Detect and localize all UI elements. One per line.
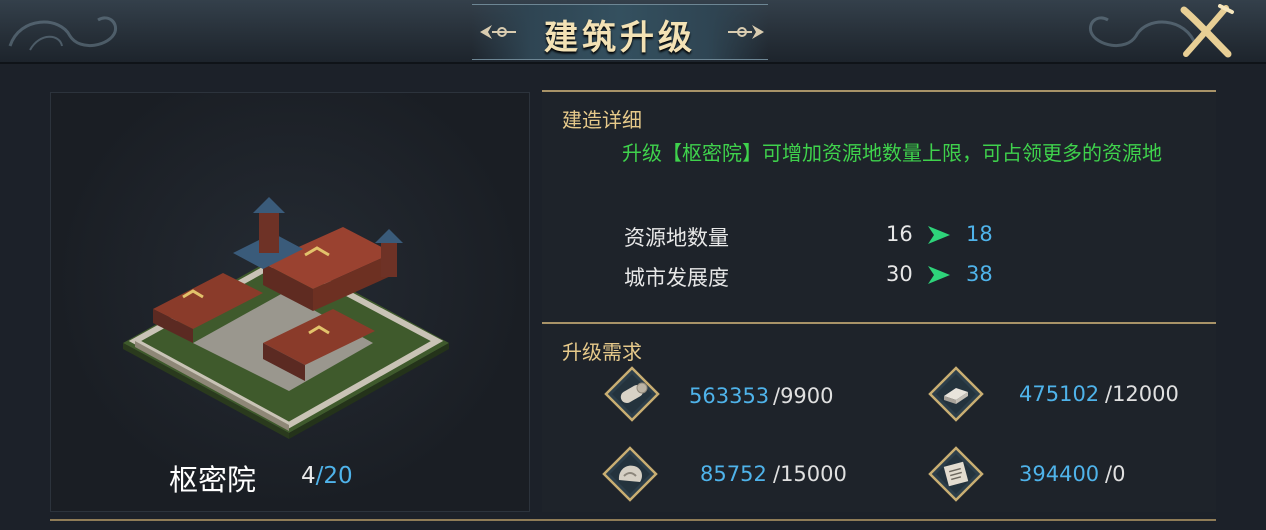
stat-old-value: 16 — [886, 222, 913, 246]
level-current: 4 — [301, 463, 316, 489]
upgrade-description: 升级【枢密院】可增加资源地数量上限，可占领更多的资源地 — [622, 141, 1162, 165]
building-preview-panel: 枢密院 4/20 — [50, 92, 530, 512]
stat-new-value: 38 — [966, 262, 993, 286]
upgrade-requirements-panel: 升级需求 563353 /9900 475102 /12000 85752 /1… — [542, 322, 1216, 512]
arrow-right-icon — [928, 226, 950, 244]
build-detail-panel: 建造详细 升级【枢密院】可增加资源地数量上限，可占领更多的资源地 资源地数量 1… — [542, 90, 1216, 322]
resource-need: /0 — [1105, 462, 1126, 486]
ornament-arrow-icon — [728, 25, 764, 39]
close-button[interactable] — [1176, 4, 1236, 60]
iron-icon — [928, 366, 984, 422]
building-name: 枢密院 — [169, 463, 257, 497]
page-title: 建筑升级 — [544, 18, 696, 58]
resource-need: /12000 — [1105, 382, 1179, 406]
section-title-requirements: 升级需求 — [562, 340, 642, 364]
stone-icon — [602, 446, 658, 502]
level-max: 20 — [323, 463, 353, 489]
stat-old-value: 30 — [886, 262, 913, 286]
scroll-icon — [928, 446, 984, 502]
resource-need: /15000 — [773, 462, 847, 486]
wood-icon — [604, 366, 660, 422]
close-x-icon — [1180, 4, 1234, 58]
resource-have: 563353 — [689, 384, 770, 408]
section-title-details: 建造详细 — [562, 108, 642, 132]
resource-need: /9900 — [773, 384, 834, 408]
ornament-arrow-icon — [480, 25, 516, 39]
resource-have: 394400 — [1019, 462, 1100, 486]
arrow-right-icon — [928, 266, 950, 284]
stat-label: 资源地数量 — [624, 226, 729, 250]
building-illustration — [123, 197, 449, 439]
divider — [50, 519, 1216, 521]
resource-have: 475102 — [1019, 382, 1100, 406]
building-level: 4/20 — [301, 463, 353, 489]
stat-label: 城市发展度 — [624, 266, 729, 290]
stat-new-value: 18 — [966, 222, 993, 246]
resource-have: 85752 — [700, 462, 767, 486]
cloud-ornament-icon — [8, 16, 118, 51]
